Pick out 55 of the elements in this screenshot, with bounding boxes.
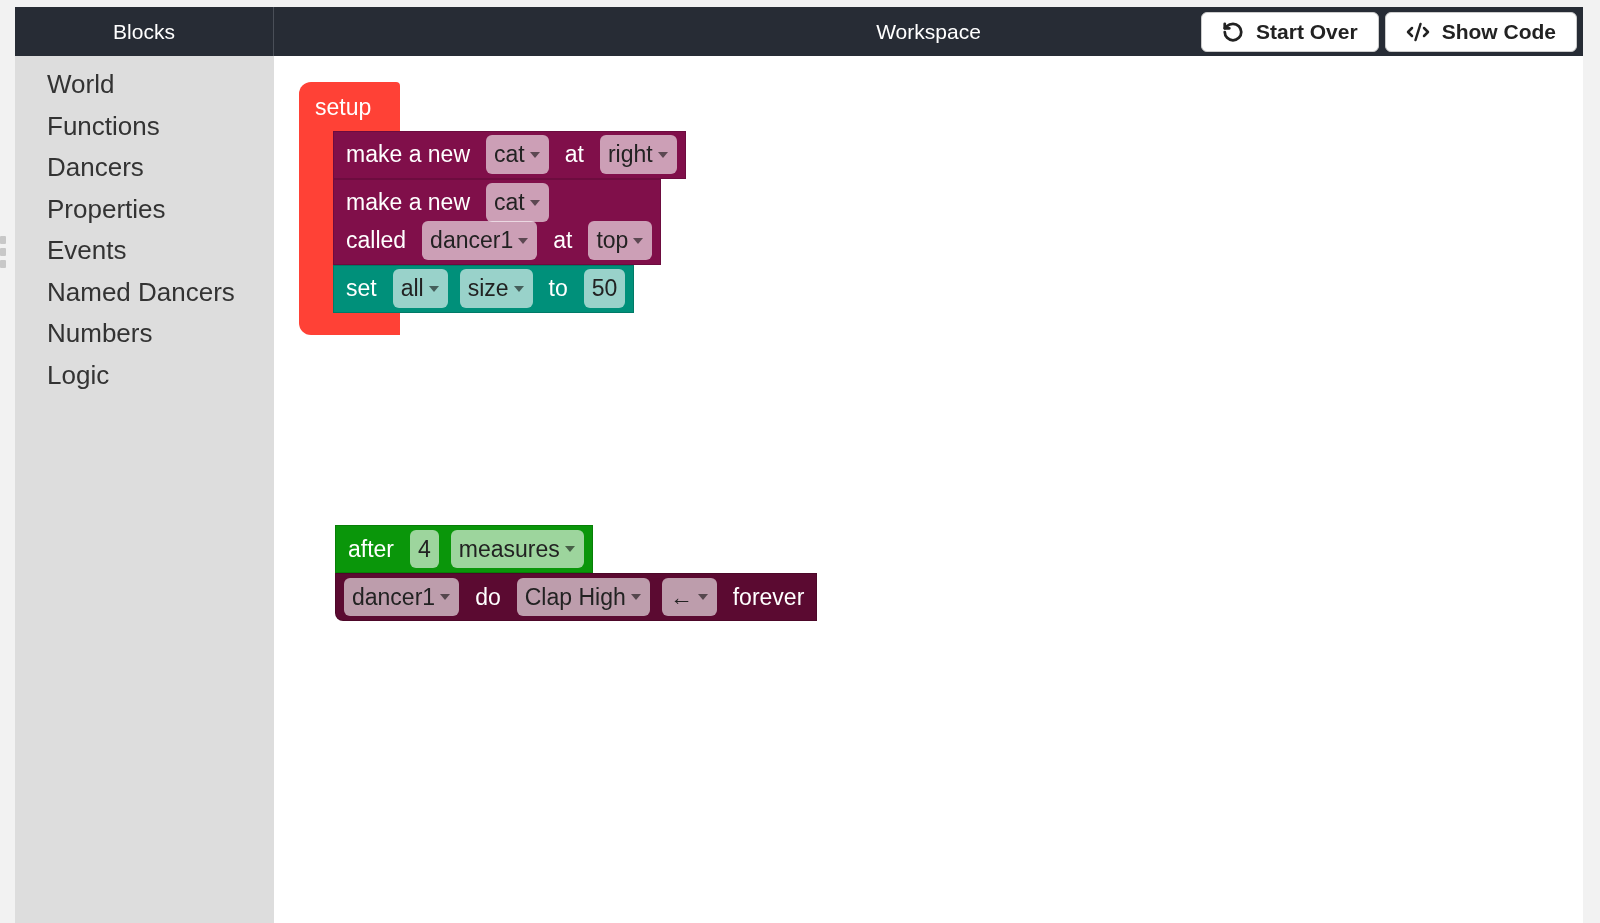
code-block[interactable]: make a new cat at right (333, 130, 686, 179)
caret-icon (528, 150, 541, 159)
caret-icon (656, 150, 669, 159)
category-item[interactable]: World (47, 64, 274, 106)
code-block[interactable]: make a new cat called dancer1 at top (333, 178, 662, 265)
category-item[interactable]: Logic (47, 354, 274, 396)
category-item[interactable]: Numbers (47, 313, 274, 355)
panel-title: Blocks (113, 18, 175, 45)
block-dropdown[interactable]: right (599, 135, 677, 174)
caret-icon (528, 198, 541, 207)
panel-title: Workspace (876, 18, 981, 45)
block-dropdown[interactable]: cat (486, 183, 549, 222)
block-label: at (552, 226, 574, 256)
caret-icon (632, 236, 645, 245)
caret-icon (427, 284, 440, 293)
category-item[interactable]: Functions (47, 105, 274, 147)
code-block[interactable]: after 4 measures (335, 525, 593, 573)
block-label: make a new (345, 188, 471, 218)
caret-icon (629, 593, 642, 601)
block-label: after (347, 534, 396, 564)
block-dropdown[interactable]: top (588, 221, 653, 260)
code-block[interactable]: dancer1 do Clap High ← forever (335, 573, 818, 621)
number-field[interactable]: 50 (583, 269, 626, 308)
block-dropdown[interactable]: dancer1 (344, 577, 460, 617)
code-block[interactable]: set all size to 50 (333, 264, 635, 313)
start-over-button[interactable]: Start Over (1201, 12, 1379, 52)
block-label: to (547, 274, 569, 304)
resize-handle-icon[interactable] (0, 236, 6, 268)
category-item[interactable]: Events (47, 230, 274, 272)
block-dropdown[interactable]: all (392, 269, 448, 308)
block-label: set (345, 274, 378, 304)
block-dropdown[interactable]: size (459, 269, 533, 308)
event-label: setup (314, 93, 373, 122)
block-label: do (474, 582, 502, 612)
block-label: make a new (345, 140, 471, 170)
caret-icon (563, 545, 576, 553)
undo-arrow-icon (1222, 21, 1245, 43)
category-item[interactable]: Dancers (47, 147, 274, 189)
block-label: called (345, 226, 408, 256)
block-dropdown[interactable]: dancer1 (422, 221, 538, 260)
code-icon (1405, 20, 1430, 44)
caret-icon (512, 284, 525, 293)
block-label: forever (731, 582, 806, 612)
block-label: at (563, 140, 585, 170)
number-field[interactable]: 4 (410, 529, 439, 569)
caret-icon (439, 593, 452, 601)
block-dropdown[interactable]: cat (486, 135, 549, 174)
show-code-button[interactable]: Show Code (1384, 12, 1577, 52)
block-dropdown[interactable]: measures (450, 529, 584, 569)
caret-icon (517, 236, 530, 245)
block-dropdown[interactable]: ← (661, 577, 717, 617)
category-item[interactable]: Named Dancers (47, 271, 274, 313)
block-dropdown[interactable]: Clap High (516, 577, 650, 617)
caret-icon (696, 593, 709, 601)
category-item[interactable]: Properties (47, 188, 274, 230)
